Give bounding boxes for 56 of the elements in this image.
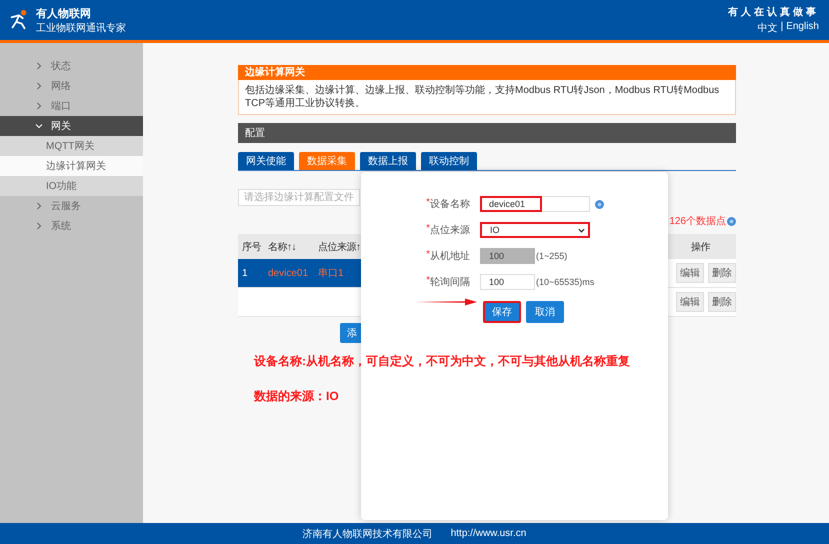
language-link[interactable]: 中文: [758, 21, 778, 35]
dialog-button[interactable]: 保存: [483, 301, 521, 323]
description-text: 包括边缘采集、边缘计算、边缘上报、联动控制等功能，支持Modbus RTU转Json，Modbus RTU转Modbus TCP等通用工业协议转换。: [245, 85, 720, 109]
sidebar-subitem[interactable]: 边缘计算网关: [0, 156, 143, 176]
row-action-button[interactable]: 删除: [708, 263, 736, 283]
slogan: 有人在认真做事: [728, 6, 819, 19]
row-action-button[interactable]: 编辑: [676, 292, 704, 312]
chevron-icon: [35, 102, 43, 110]
chevron-icon: [35, 222, 43, 230]
table-cell: 1: [242, 268, 248, 278]
chevron-icon: [35, 62, 43, 70]
range-hint: (1~255): [536, 251, 568, 261]
row-action-button[interactable]: 编辑: [676, 263, 704, 283]
website-url: http://www.usr.cn: [450, 528, 526, 539]
field-label: 设备名称: [430, 198, 470, 211]
row-action-button[interactable]: 删除: [708, 292, 736, 312]
dialog-button[interactable]: 取消: [526, 301, 564, 323]
language-link[interactable]: English: [786, 21, 819, 35]
required-mark: *: [426, 197, 430, 210]
help-icon[interactable]: [595, 200, 604, 208]
help-icon[interactable]: [727, 216, 736, 226]
sidebar-subitem[interactable]: MQTT网关: [0, 136, 143, 156]
range-hint: (10~65535)ms: [536, 277, 594, 287]
logo-title: 有人物联网: [36, 6, 92, 20]
chevron-icon: [35, 202, 43, 210]
caret-icon: [578, 226, 585, 234]
tab[interactable]: 网关使能: [238, 152, 294, 170]
company-name: 济南有人物联网技术有限公司: [302, 528, 433, 540]
data-points-count: 126个数据点: [669, 214, 726, 228]
logo-subtitle: 工业物联网通讯专家: [36, 22, 126, 34]
field-label: 点位来源: [430, 224, 470, 237]
table-cell: 串口1: [318, 268, 344, 279]
panel-title: 边缘计算网关: [238, 65, 736, 80]
required-mark: *: [426, 275, 430, 288]
column-header[interactable]: 序号: [238, 234, 266, 259]
section-title: 配置: [238, 123, 736, 143]
input-field[interactable]: 100: [480, 274, 535, 290]
separator: |: [780, 21, 784, 34]
file-field[interactable]: 请选择边缘计算配置文件: [238, 189, 360, 206]
tab[interactable]: 数据上报: [360, 152, 416, 170]
sidebar-item[interactable]: 端口: [0, 96, 143, 116]
column-header: 操作: [665, 234, 736, 259]
required-mark: *: [426, 249, 430, 262]
table-cell: device01: [268, 268, 308, 278]
chevron-icon: [35, 122, 43, 130]
sidebar-item[interactable]: 网关: [0, 116, 143, 136]
field-label: 轮询间隔: [430, 276, 470, 289]
required-mark: *: [426, 223, 430, 236]
chevron-icon: [35, 82, 43, 90]
field-label: 从机地址: [430, 250, 470, 263]
source-select[interactable]: IO: [480, 222, 590, 238]
tab[interactable]: 联动控制: [421, 152, 477, 170]
annotation-text: 数据的来源：IO: [254, 388, 340, 405]
annotation-text: 设备名称:从机名称，可自定义，不可为中文，不可与其他从机名称重复: [254, 353, 630, 370]
column-header[interactable]: 名称↑↓: [266, 234, 316, 259]
sidebar-subitem[interactable]: IO功能: [0, 176, 143, 196]
